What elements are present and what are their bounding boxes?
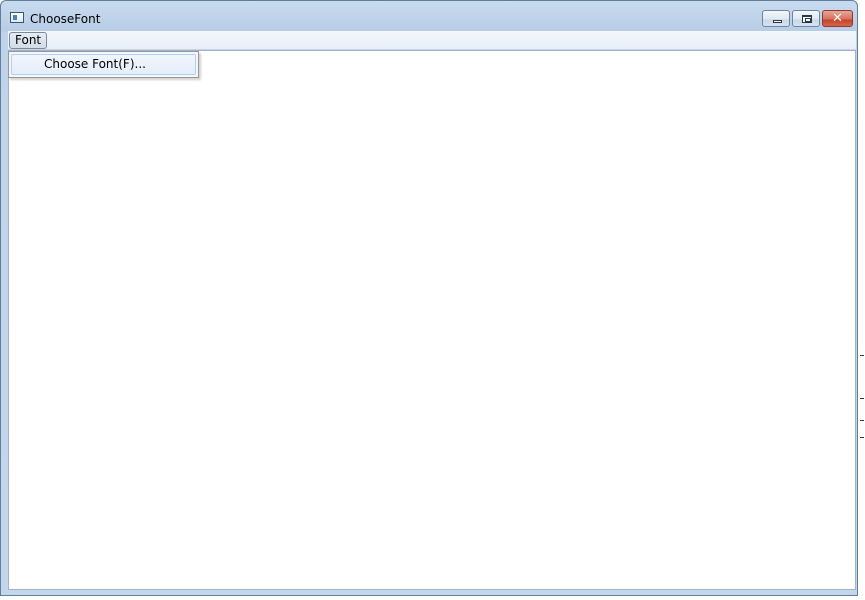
- desktop-edge-mark: [860, 420, 864, 421]
- desktop-edge-mark: [860, 437, 864, 438]
- close-icon: ✕: [832, 11, 843, 26]
- desktop-edge-mark: [860, 398, 864, 399]
- window-title: ChooseFont: [30, 12, 101, 26]
- application-window-icon[interactable]: [10, 12, 24, 23]
- maximize-icon: [802, 15, 812, 23]
- title-bar[interactable]: ChooseFont ✕: [1, 1, 857, 31]
- caption-buttons: ✕: [762, 10, 853, 28]
- menu-font[interactable]: Font: [9, 32, 48, 49]
- desktop-background: [858, 0, 865, 600]
- desktop-edge-mark: [860, 355, 864, 356]
- close-button[interactable]: ✕: [822, 10, 853, 27]
- minimize-icon: [773, 20, 782, 23]
- menu-item-choose-font[interactable]: Choose Font(F)...: [11, 54, 196, 75]
- menu-bar: Font: [8, 31, 856, 50]
- minimize-button[interactable]: [762, 10, 790, 27]
- maximize-button[interactable]: [792, 10, 820, 27]
- choosefont-window: ChooseFont ✕ Font Choose Font(F)...: [0, 0, 858, 596]
- font-dropdown-menu: Choose Font(F)...: [8, 51, 199, 78]
- client-area[interactable]: [8, 50, 856, 590]
